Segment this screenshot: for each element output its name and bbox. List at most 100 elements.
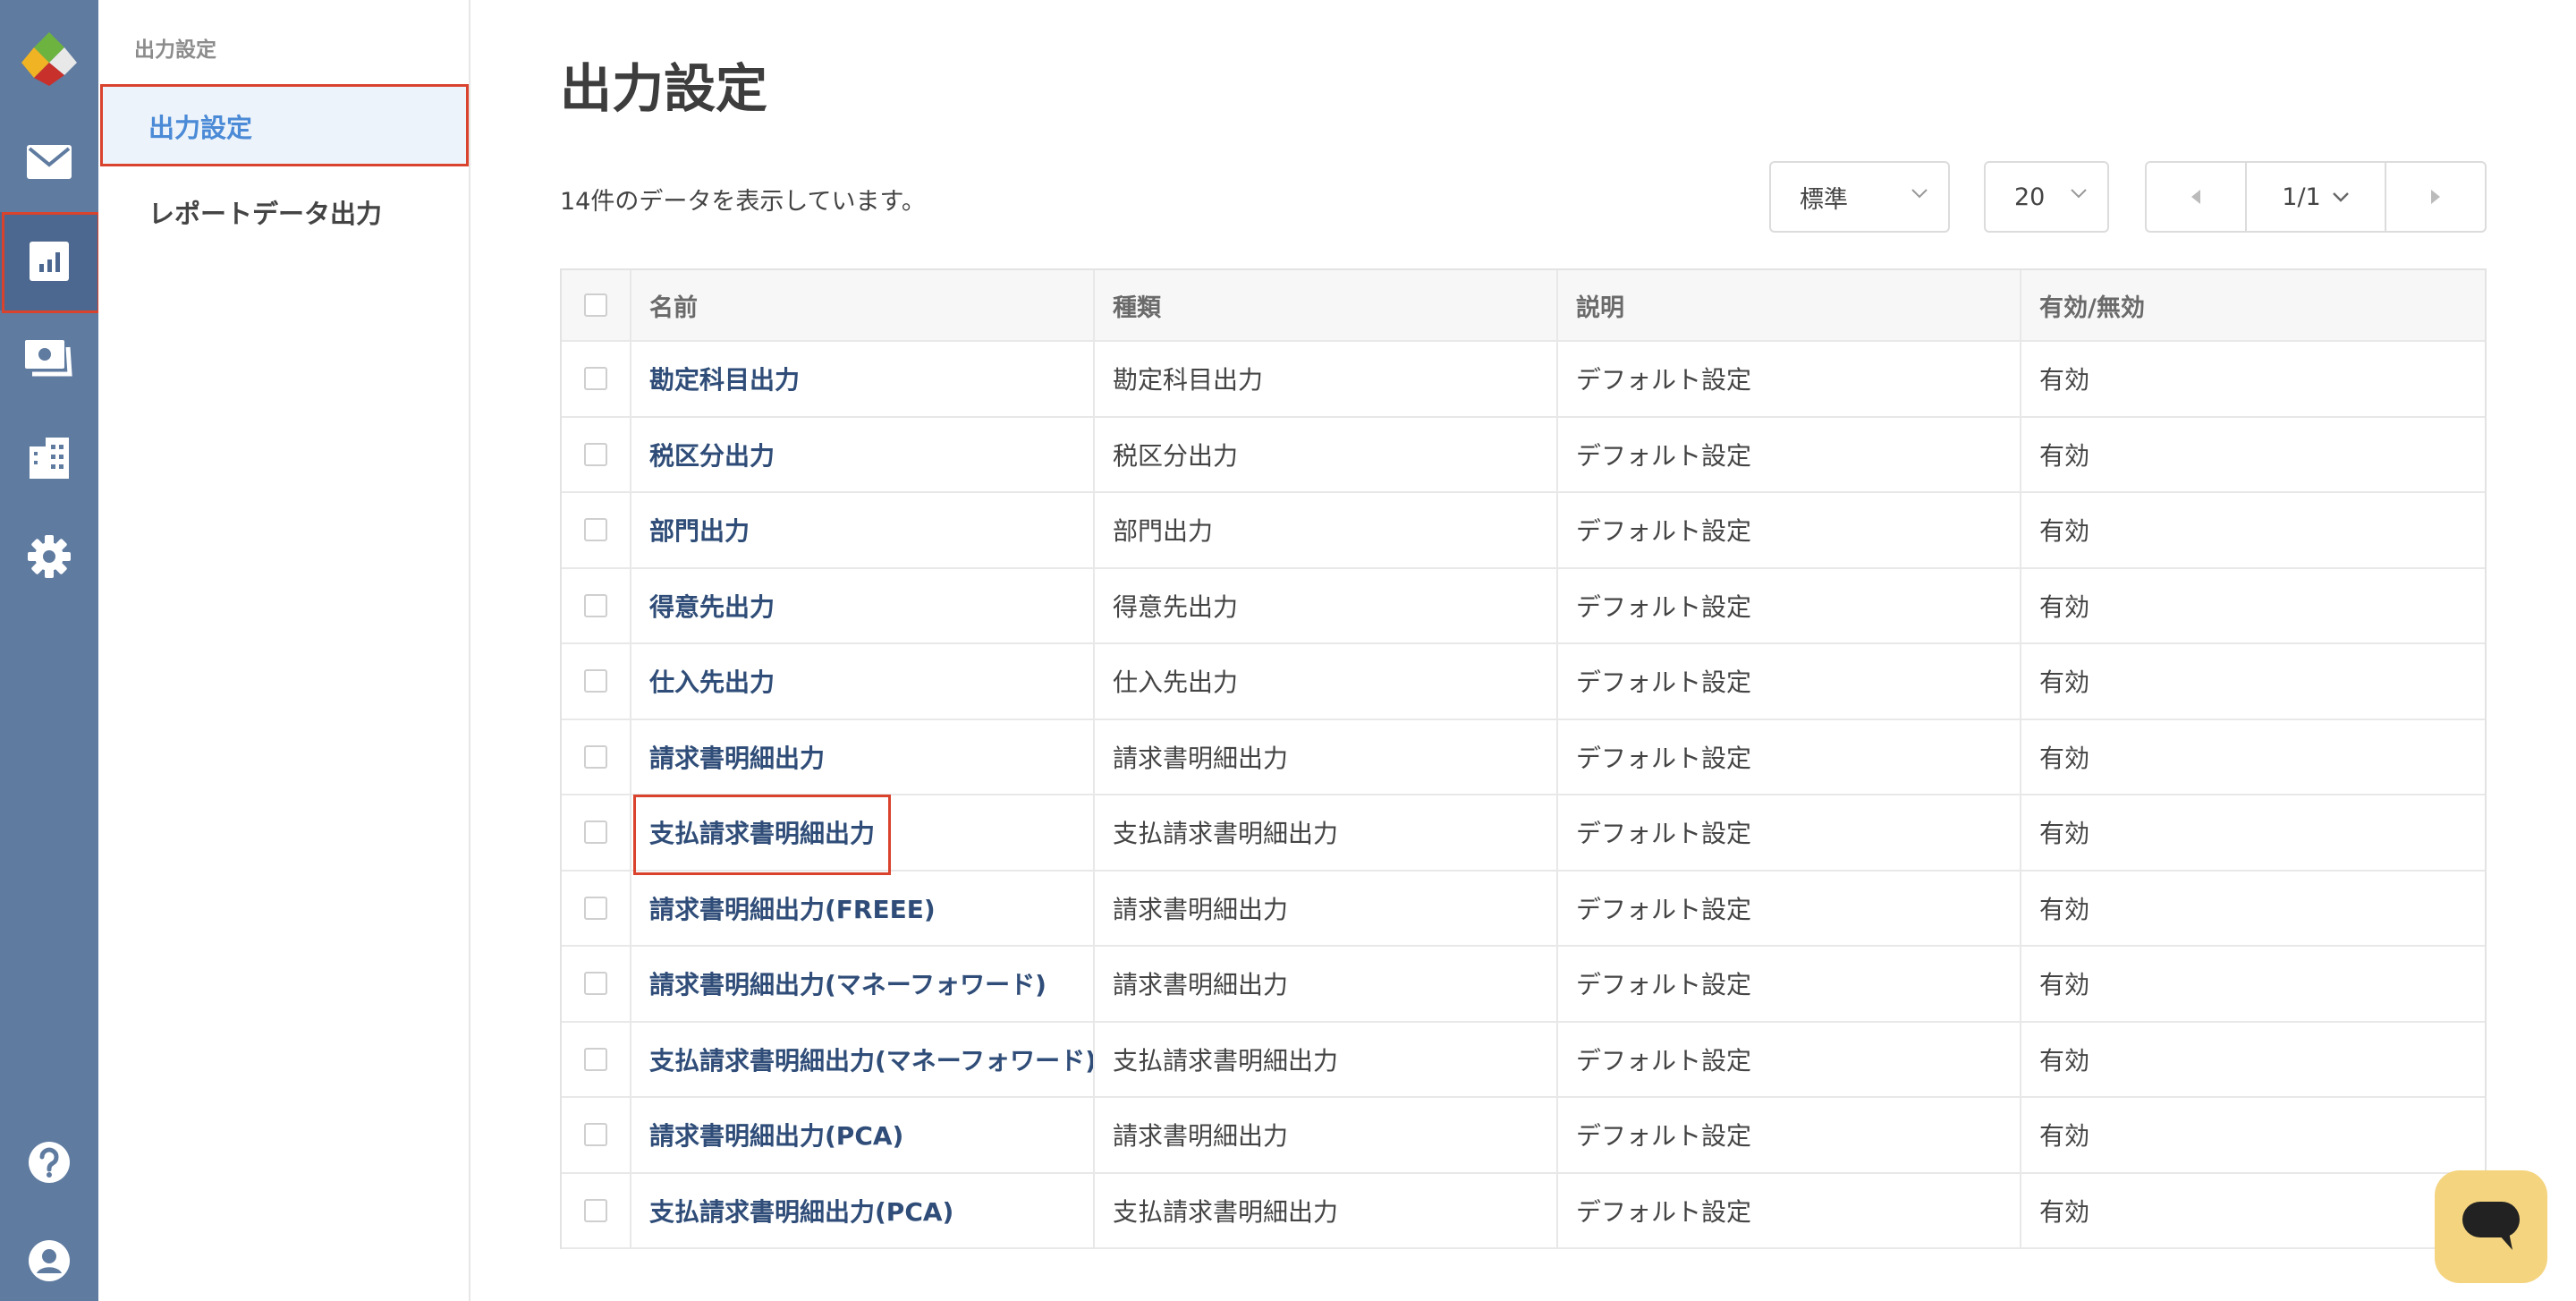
rail-item-company[interactable] (0, 409, 98, 507)
rail-item-account[interactable] (0, 1212, 98, 1301)
rail-item-settings[interactable] (0, 507, 98, 606)
subnav-item-report-data-output[interactable]: レポートデータ出力 (102, 172, 467, 252)
type-cell: 請求書明細出力 (1095, 719, 1558, 794)
name-cell: 請求書明細出力 (631, 719, 1095, 794)
select-all-checkbox[interactable] (584, 293, 607, 317)
row-checkbox[interactable] (584, 972, 607, 996)
name-link[interactable]: 得意先出力 (649, 588, 775, 624)
rail-item-mail[interactable] (0, 113, 98, 211)
name-cell: 勘定科目出力 (631, 342, 1095, 416)
row-checkbox-cell (562, 719, 631, 794)
page-indicator: 1/1 (2282, 183, 2321, 211)
name-link[interactable]: 支払請求書明細出力(PCA) (649, 1193, 953, 1229)
rail-item-reports[interactable] (0, 212, 98, 310)
name-cell: 得意先出力 (631, 568, 1095, 642)
description-cell: デフォルト設定 (1558, 342, 2021, 416)
name-cell: 請求書明細出力(PCA) (631, 1098, 1095, 1172)
caret-left-icon (2191, 190, 2200, 204)
row-checkbox-cell (562, 342, 631, 416)
table-row: 税区分出力 税区分出力 デフォルト設定 有効 (562, 417, 2485, 493)
description-cell: デフォルト設定 (1558, 719, 2021, 794)
enabled-cell: 有効 (2039, 591, 2090, 622)
header-name[interactable]: 名前 (631, 270, 1095, 340)
next-page-button[interactable] (2386, 163, 2485, 231)
row-checkbox[interactable] (584, 821, 607, 845)
table-row: 請求書明細出力(マネーフォワード) 請求書明細出力 デフォルト設定 有効 (562, 947, 2485, 1023)
icon-rail (0, 0, 98, 1301)
chevron-down-icon (2332, 192, 2349, 202)
table-row: 請求書明細出力 請求書明細出力 デフォルト設定 有効 (562, 719, 2485, 795)
name-link[interactable]: 請求書明細出力(マネーフォワード) (649, 965, 1046, 1001)
name-link[interactable]: 仕入先出力 (649, 663, 775, 699)
row-checkbox[interactable] (584, 518, 607, 542)
page-size-select[interactable]: 20 (1984, 161, 2109, 233)
row-checkbox[interactable] (584, 593, 607, 617)
enabled-cell: 有効 (2039, 743, 2090, 773)
row-checkbox[interactable] (584, 1198, 607, 1222)
header-description[interactable]: 説明 (1558, 270, 2021, 340)
subnav-item-label: レポートデータ出力 (148, 199, 383, 229)
app-logo[interactable] (0, 9, 98, 107)
row-checkbox[interactable] (584, 1123, 607, 1147)
name-cell: 部門出力 (631, 493, 1095, 567)
rail-item-help[interactable] (0, 1113, 98, 1212)
enabled-cell: 有効 (2039, 894, 2090, 924)
name-link[interactable]: 支払請求書明細出力 (649, 814, 875, 850)
name-link[interactable]: 部門出力 (649, 512, 750, 548)
name-cell: 税区分出力 (631, 417, 1095, 491)
type-cell: 請求書明細出力 (1095, 871, 1558, 945)
description-cell: デフォルト設定 (1558, 1022, 2021, 1096)
table-row: 部門出力 部門出力 デフォルト設定 有効 (562, 493, 2485, 569)
name-link[interactable]: 支払請求書明細出力(マネーフォワード) (649, 1042, 1093, 1077)
page-title: 出力設定 (560, 58, 768, 119)
record-count: 14件のデータを表示しています。 (560, 188, 926, 216)
row-checkbox[interactable] (584, 367, 607, 391)
description-cell: デフォルト設定 (1558, 871, 2021, 945)
row-checkbox-cell (562, 417, 631, 491)
chat-button[interactable] (2435, 1170, 2547, 1283)
name-link[interactable]: 請求書明細出力 (649, 739, 825, 775)
row-checkbox[interactable] (584, 669, 607, 693)
enabled-cell: 有効 (2039, 970, 2090, 1000)
row-checkbox[interactable] (584, 1047, 607, 1071)
description-cell: デフォルト設定 (1558, 1098, 2021, 1172)
rail-item-payments[interactable] (0, 310, 98, 409)
sub-sidebar: 出力設定 出力設定 レポートデータ出力 (98, 0, 470, 1301)
name-link[interactable]: 請求書明細出力(FREEE) (649, 890, 936, 926)
row-checkbox[interactable] (584, 442, 607, 466)
name-cell: 支払請求書明細出力 (631, 795, 1095, 870)
description-cell: デフォルト設定 (1558, 1173, 2021, 1247)
name-link[interactable]: 請求書明細出力(PCA) (649, 1117, 903, 1152)
view-select[interactable]: 標準 (1769, 161, 1950, 233)
table-header-row: 名前 種類 説明 有効/無効 (562, 270, 2485, 342)
type-cell: 支払請求書明細出力 (1095, 1022, 1558, 1096)
row-checkbox-cell (562, 644, 631, 719)
row-checkbox-cell (562, 871, 631, 945)
name-link[interactable]: 税区分出力 (649, 437, 775, 472)
view-select-value: 標準 (1800, 185, 1848, 214)
enabled-cell: 有効 (2039, 1121, 2090, 1152)
chart-icon (30, 242, 69, 281)
chevron-down-icon (1911, 189, 1928, 199)
chat-icon (2462, 1202, 2520, 1250)
output-settings-table: 名前 種類 説明 有効/無効 勘定科目出力 勘定科目出力 デフォルト設定 有効 … (560, 268, 2487, 1249)
description-cell: デフォルト設定 (1558, 568, 2021, 642)
page-size-value: 20 (2014, 183, 2046, 211)
header-enabled[interactable]: 有効/無効 (2021, 270, 2485, 340)
table-row: 支払請求書明細出力 支払請求書明細出力 デフォルト設定 有効 (562, 795, 2485, 872)
prev-page-button[interactable] (2147, 163, 2245, 231)
description-cell: デフォルト設定 (1558, 644, 2021, 719)
subnav-item-label: 出力設定 (148, 113, 253, 143)
header-type[interactable]: 種類 (1095, 270, 1558, 340)
row-checkbox[interactable] (584, 896, 607, 920)
page-select[interactable]: 1/1 (2245, 163, 2386, 231)
user-icon (29, 1240, 70, 1281)
pagination: 1/1 (2145, 161, 2487, 233)
header-checkbox-cell (562, 270, 631, 340)
enabled-cell: 有効 (2039, 1196, 2090, 1227)
description-cell: デフォルト設定 (1558, 493, 2021, 567)
row-checkbox[interactable] (584, 744, 607, 769)
subnav-item-output-settings[interactable]: 出力設定 (102, 86, 467, 166)
name-cell: 請求書明細出力(マネーフォワード) (631, 947, 1095, 1021)
name-link[interactable]: 勘定科目出力 (649, 361, 800, 396)
